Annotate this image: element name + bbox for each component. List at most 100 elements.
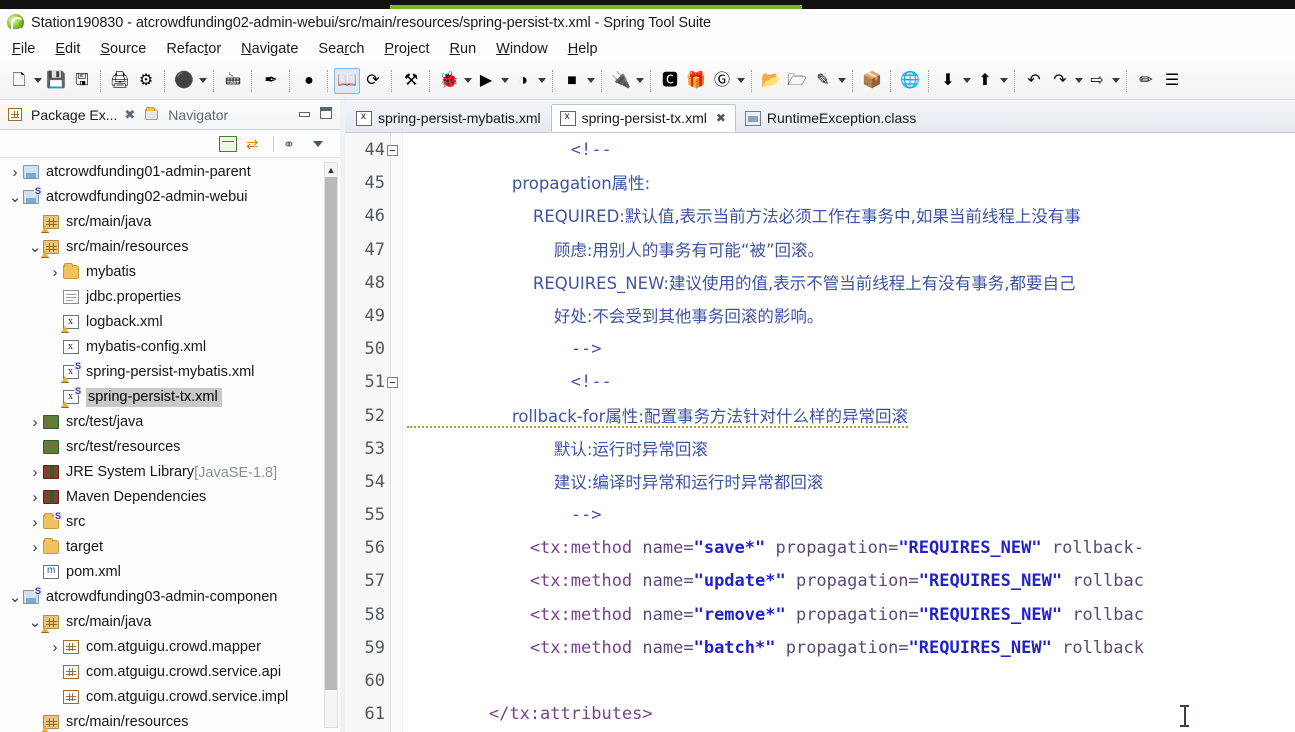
save-button[interactable]: 💾 [43, 68, 69, 94]
menu-run[interactable]: Run [440, 41, 487, 57]
new-spring-starter-button[interactable]: 🖮 [220, 68, 246, 94]
tab-package-explorer[interactable]: Package Ex... ✖ [8, 107, 141, 123]
debug-dropdown-icon[interactable] [462, 68, 473, 94]
code-line[interactable]: 61 </tx:attributes> [345, 698, 1295, 731]
run-button[interactable]: ▶ [473, 68, 499, 94]
tree-item-src-main-resources[interactable]: src/main/resources [0, 710, 340, 732]
tree-item-mybatis-config-xml[interactable]: mybatis-config.xml [0, 335, 340, 360]
link-with-editor-icon[interactable]: ⇄ [246, 136, 264, 152]
fold-toggle-icon[interactable] [387, 145, 398, 156]
git-repositories-button[interactable]: Ⓖ [709, 68, 735, 94]
open-task-button[interactable]: 📂 [758, 68, 784, 94]
tree-item-pom-xml[interactable]: pom.xml [0, 560, 340, 585]
scroll-up-icon[interactable]: ▲ [325, 163, 337, 176]
tree-item-atcrowdfunding01-admin-parent[interactable]: › atcrowdfunding01-admin-parent [0, 160, 340, 185]
tree-item-src[interactable]: › Ssrc [0, 510, 340, 535]
tree-item-atcrowdfunding02-admin-webui[interactable]: ⌄ Satcrowdfunding02-admin-webui [0, 185, 340, 210]
editor-tab-spring-persist-tx-xml[interactable]: spring-persist-tx.xml ✖ [550, 104, 736, 132]
chevron-down-icon[interactable]: ⌄ [8, 190, 22, 205]
code-line[interactable]: 60 [345, 665, 1295, 698]
forward-history-button[interactable]: ↷ [1047, 68, 1073, 94]
open-web-browser-button[interactable]: 🌐 [897, 68, 923, 94]
menu-project[interactable]: Project [374, 41, 439, 57]
menu-search[interactable]: Search [308, 41, 374, 57]
forward-nav-button[interactable]: ⇨ [1084, 68, 1110, 94]
open-type-button[interactable]: 📖 [334, 67, 360, 94]
new-connection-button[interactable]: 🔌 [608, 68, 634, 94]
tree-item-target[interactable]: › target [0, 535, 340, 560]
collapse-all-icon[interactable] [219, 135, 237, 152]
previous-annotation-button[interactable]: ⬇ [935, 68, 961, 94]
open-folder-button[interactable]: 🗁 [784, 68, 810, 94]
scrollbar-thumb[interactable] [325, 177, 337, 690]
code-line[interactable]: 59 <tx:method name="batch*" propagation=… [345, 632, 1295, 665]
tree-item-src-test-java[interactable]: › src/test/java [0, 410, 340, 435]
code-line[interactable]: 45 propagation属性: [345, 167, 1295, 200]
tree-item-jre-system-library[interactable]: › JRE System Library [JavaSE-1.8] [0, 460, 340, 485]
editor-tab-spring-persist-mybatis-xml[interactable]: spring-persist-mybatis.xml [347, 104, 551, 132]
fold-toggle-icon[interactable] [387, 377, 398, 389]
chevron-right-icon[interactable]: › [28, 464, 42, 481]
run-external-tools-dropdown-icon[interactable] [536, 68, 547, 94]
menu-navigate[interactable]: Navigate [231, 41, 308, 57]
code-line[interactable]: 54 建议:编译时异常和运行时异常都回滚 [345, 466, 1295, 499]
chevron-right-icon[interactable]: › [28, 414, 42, 431]
tree-item-atcrowdfunding03-admin-componen[interactable]: ⌄ Satcrowdfunding03-admin-componen [0, 585, 340, 610]
menu-source[interactable]: Source [90, 41, 156, 57]
next-annotation-button[interactable]: ⬆ [972, 68, 998, 94]
tree-item-mybatis[interactable]: › mybatis [0, 260, 340, 285]
tree-item-src-main-java[interactable]: ⌄ src/main/java [0, 610, 340, 635]
git-repositories-dropdown-icon[interactable] [735, 68, 746, 94]
code-editor[interactable]: 44 <!-- 45 propagation属性: 46 REQUIRED:默认值,… [345, 133, 1295, 732]
tree-item-src-test-resources[interactable]: src/test/resources [0, 435, 340, 460]
tree-item-spring-persist-mybatis-xml[interactable]: Sspring-persist-mybatis.xml [0, 360, 340, 385]
spring-explorer-button[interactable]: ● [296, 68, 322, 94]
tree-item-com-atguigu-crowd-service-impl[interactable]: com.atguigu.crowd.service.impl [0, 685, 340, 710]
focus-on-active-task-icon[interactable]: ⚭ [283, 136, 301, 152]
new-java-package-button[interactable]: ⚒ [398, 68, 424, 94]
tree-item-src-main-resources[interactable]: ⌄ src/main/resources [0, 235, 340, 260]
editor-tab-runtimeexception-class[interactable]: RuntimeException.class [736, 104, 926, 132]
new-connection-dropdown-icon[interactable] [634, 68, 645, 94]
chevron-right-icon[interactable]: › [28, 489, 42, 506]
tree-vertical-scrollbar[interactable]: ▲ [324, 162, 338, 728]
boot-dashboard-button[interactable]: ⚫ [171, 68, 197, 94]
tab-navigator[interactable]: Navigator [145, 107, 228, 123]
new-spring-bean-button[interactable]: ✒ [258, 68, 284, 94]
tree-item-jdbc-properties[interactable]: jdbc.properties [0, 285, 340, 310]
chevron-right-icon[interactable]: › [8, 164, 22, 181]
print-button[interactable]: 🖨 [107, 68, 133, 94]
chevron-down-icon[interactable]: ⌄ [28, 240, 42, 255]
view-menu-icon[interactable] [310, 136, 328, 152]
build-all-button[interactable]: ⚙ [133, 68, 159, 94]
code-line[interactable]: 52 rollback-for属性:配置事务方法针对什么样的异常回滚 [345, 400, 1295, 433]
code-line[interactable]: 55 --> [345, 499, 1295, 532]
tree-item-logback-xml[interactable]: logback.xml [0, 310, 340, 335]
chevron-right-icon[interactable]: › [28, 514, 42, 531]
boot-dashboard-dropdown-icon[interactable] [197, 68, 208, 94]
project-tree[interactable]: ▲ › atcrowdfunding01-admin-parent ⌄ Satcrow… [0, 158, 340, 732]
new-java-class-button[interactable]: 🅲 [657, 68, 683, 94]
run-external-tools-button[interactable]: ◑ [510, 68, 536, 94]
code-line[interactable]: 56 <tx:method name="save*" propagation="… [345, 532, 1295, 565]
forward-history-dropdown-icon[interactable] [1073, 68, 1084, 94]
tree-item-src-main-java[interactable]: src/main/java [0, 210, 340, 235]
chevron-down-icon[interactable]: ⌄ [28, 615, 42, 630]
code-line[interactable]: 50 --> [345, 333, 1295, 366]
back-history-button[interactable]: ↶ [1021, 68, 1047, 94]
perspective-switcher-button[interactable]: ☰ [1159, 68, 1185, 94]
tree-item-com-atguigu-crowd-service-api[interactable]: com.atguigu.crowd.service.api [0, 660, 340, 685]
chevron-right-icon[interactable]: › [48, 639, 62, 656]
forward-nav-dropdown-icon[interactable] [1110, 68, 1121, 94]
menu-edit[interactable]: Edit [45, 41, 90, 57]
new-junit-test-button[interactable]: 🎁 [683, 68, 709, 94]
spring-refresh-button[interactable]: ⟳ [360, 68, 386, 94]
tree-item-spring-persist-tx-xml[interactable]: Sspring-persist-tx.xml [0, 385, 340, 410]
code-line[interactable]: 48 REQUIRES_NEW:建议使用的值,表示不管当前线程上有没有事务,都要… [345, 267, 1295, 300]
menu-file[interactable]: File [9, 41, 45, 57]
tree-item-com-atguigu-crowd-mapper[interactable]: › com.atguigu.crowd.mapper [0, 635, 340, 660]
minimize-icon[interactable] [298, 107, 310, 119]
chevron-right-icon[interactable]: › [48, 264, 62, 281]
code-line[interactable]: 53 默认:运行时异常回滚 [345, 433, 1295, 466]
code-line[interactable]: 47 顾虑:用别人的事务有可能“被”回滚。 [345, 234, 1295, 267]
